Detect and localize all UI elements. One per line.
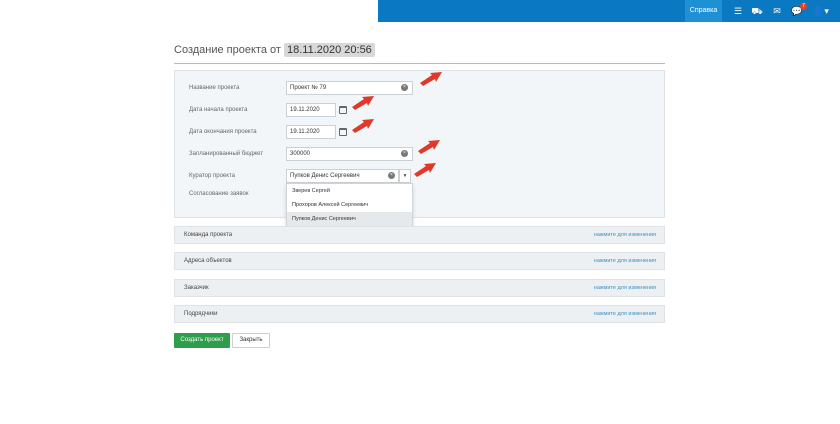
page-title-date: 18.11.2020 20:56: [283, 43, 375, 57]
section-addresses[interactable]: Адреса объектов нажмите для изменения: [174, 252, 665, 270]
section-title: Адреса объектов: [184, 258, 232, 264]
clear-icon[interactable]: ×: [401, 150, 408, 157]
annotation-arrow-icon: [420, 72, 442, 86]
create-project-button[interactable]: Создать проект: [174, 333, 230, 348]
clear-icon[interactable]: ×: [401, 84, 408, 91]
list-icon[interactable]: ☰: [732, 5, 744, 17]
chat-badge: 7: [800, 3, 807, 10]
annotation-arrow-icon: [352, 119, 374, 133]
edit-link[interactable]: нажмите для изменения: [594, 227, 656, 243]
section-title: Подрядчики: [184, 311, 218, 317]
end-date-label: Дата окончания проекта: [189, 129, 257, 135]
envelope-icon[interactable]: ✉: [771, 5, 783, 17]
section-customer[interactable]: Заказчик нажмите для изменения: [174, 279, 665, 297]
project-name-label: Название проекта: [189, 85, 240, 91]
top-navbar: Справка ☰ ⛟ ✉ 💬 7 👤▾: [378, 0, 840, 22]
budget-label: Запланированный бюджет: [189, 151, 264, 157]
help-button[interactable]: Справка: [685, 0, 722, 22]
dropdown-option[interactable]: Зверев Сергей: [287, 184, 412, 198]
start-date-label: Дата начала проекта: [189, 107, 248, 113]
curator-label: Куратор проекта: [189, 173, 235, 179]
user-icon[interactable]: 👤▾: [812, 5, 830, 17]
annotation-arrow-icon: [414, 163, 436, 177]
section-team[interactable]: Команда проекта нажмите для изменения: [174, 226, 665, 244]
annotation-arrow-icon: [418, 140, 440, 154]
section-title: Команда проекта: [184, 232, 233, 238]
cart-icon[interactable]: ⛟: [751, 5, 763, 17]
clear-icon[interactable]: ×: [388, 172, 395, 179]
curator-dropdown: Зверев Сергей Прохоров Алексей Сергеевич…: [286, 183, 413, 226]
calendar-icon[interactable]: [339, 106, 347, 114]
dropdown-option[interactable]: Прохоров Алексей Сергеевич: [287, 198, 412, 212]
chevron-down-icon[interactable]: ▼: [399, 169, 411, 183]
calendar-icon[interactable]: [339, 128, 347, 136]
project-name-input[interactable]: Проект № 79: [286, 81, 413, 95]
page-title: Создание проекта от 18.11.2020 20:56: [174, 43, 375, 57]
title-divider: [174, 63, 665, 64]
close-button[interactable]: Закрыть: [232, 333, 270, 348]
edit-link[interactable]: нажмите для изменения: [594, 280, 656, 296]
approval-label: Согласование заявок: [189, 191, 249, 197]
annotation-arrow-icon: [352, 96, 374, 110]
budget-input[interactable]: 300000: [286, 147, 413, 161]
edit-link[interactable]: нажмите для изменения: [594, 253, 656, 269]
dropdown-option-selected[interactable]: Пупков Денис Сергеевич: [287, 212, 412, 226]
start-date-input[interactable]: 19.11.2020: [286, 103, 336, 117]
end-date-input[interactable]: 19.11.2020: [286, 125, 336, 139]
section-title: Заказчик: [184, 285, 209, 291]
edit-link[interactable]: нажмите для изменения: [594, 306, 656, 322]
page-title-text: Создание проекта от: [174, 44, 281, 56]
curator-select[interactable]: Пупков Денис Сергеевич: [286, 169, 399, 183]
section-contractors[interactable]: Подрядчики нажмите для изменения: [174, 305, 665, 323]
